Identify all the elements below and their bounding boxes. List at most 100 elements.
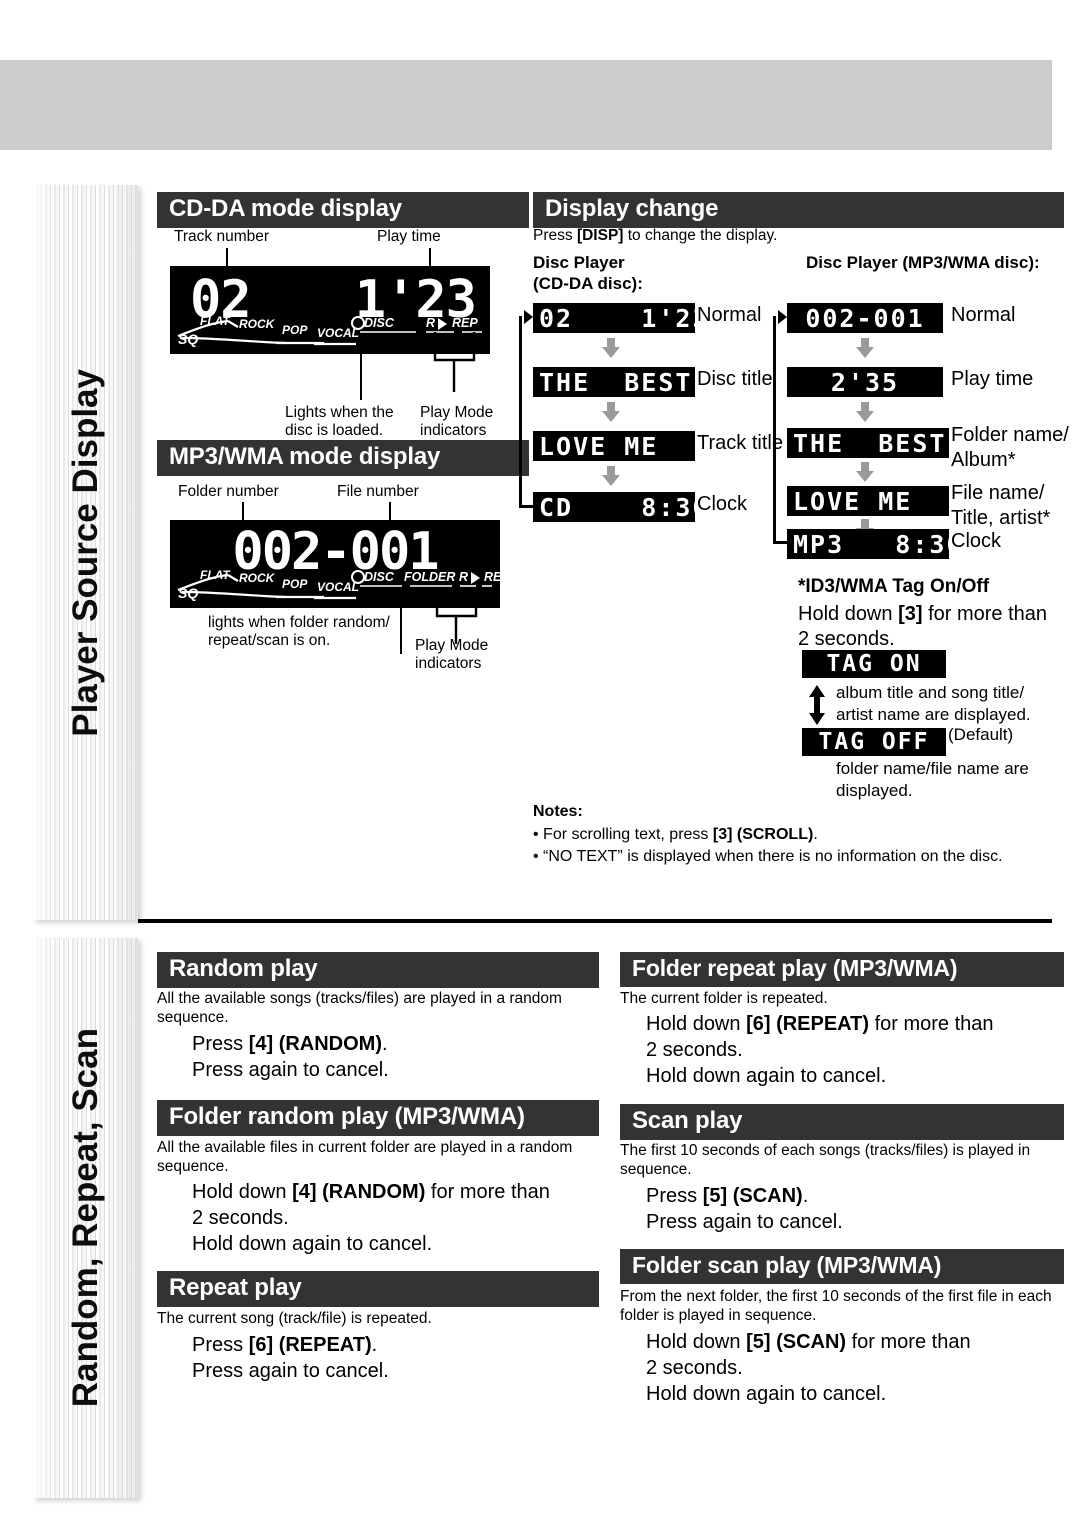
notes-title: Notes:	[533, 803, 583, 820]
tag-instruction: Hold down [3] for more than	[798, 602, 1048, 627]
flow-arrow-down	[602, 402, 620, 422]
label-play-mode-mp3: Play Mode indicators	[415, 637, 489, 673]
step-pre: Hold down	[646, 1013, 747, 1035]
heading-scan-play: Scan play	[620, 1104, 1064, 1140]
heading-id3-wma-tag: *ID3/WMA Tag On/Off	[798, 576, 990, 597]
flow-loop-line-left	[519, 316, 522, 508]
lcd-step-right-1: 2'35	[787, 367, 943, 397]
lcd-ind-r: R	[426, 316, 436, 330]
sidebar-tab-1-text: Player Source Display	[65, 368, 105, 737]
play-triangle-icon	[471, 572, 480, 584]
sidebar-tab-random-repeat-scan[interactable]: Random, Repeat, Scan	[33, 938, 138, 1498]
step-post: for more than	[846, 1331, 971, 1353]
heading-repeat-play: Repeat play	[157, 1271, 599, 1307]
step-folder-repeat-line2: 2 seconds.	[646, 1039, 743, 1061]
step-scan-play-line2: Press again to cancel.	[646, 1211, 843, 1233]
lcd-ind-folder: FOLDER	[404, 570, 456, 584]
title-disc-player-cdda: Disc Player (CD-DA disc):	[533, 253, 643, 294]
label-folder-lights: lights when folder random/ repeat/scan i…	[208, 614, 390, 650]
desc-random-play: All the available songs (tracks/files) a…	[157, 990, 562, 1026]
desc-folder-random-play: All the available files in current folde…	[157, 1139, 573, 1175]
flow-entry-arrow-left	[524, 310, 533, 324]
title-line-2: (CD-DA disc):	[533, 273, 643, 293]
step-key: [6] (REPEAT)	[746, 1013, 870, 1035]
step-pre: Press	[192, 1334, 249, 1356]
sidebar-tab-2-text: Random, Repeat, Scan	[65, 1028, 105, 1408]
lcd-eq-rock: ROCK	[239, 571, 275, 585]
lcd-eq-vocal: VOCAL	[317, 326, 359, 340]
heading-display-change: Display change	[533, 192, 1064, 228]
heading-folder-random-play: Folder random play (MP3/WMA)	[157, 1100, 599, 1136]
lcd-step-left-0: 02 1'23	[533, 303, 708, 333]
note-0-post: .	[813, 826, 818, 843]
heading-cd-da-mode-display: CD-DA mode display	[157, 192, 529, 228]
heading-mp3-wma-mode-display: MP3/WMA mode display	[157, 440, 529, 476]
step-key: [4] (RANDOM)	[248, 1033, 382, 1055]
label-step-left-2: Track title	[697, 432, 783, 454]
lcd-eq-flat: FLAT	[200, 314, 230, 328]
tag-instr-key: [3]	[898, 603, 923, 625]
step-post: .	[802, 1185, 809, 1207]
flow-entry-arrow-right	[778, 310, 787, 324]
note-item-0: • For scrolling text, press [3] (SCROLL)…	[533, 826, 818, 845]
tag-on-description: album title and song title/ artist name …	[836, 683, 1031, 725]
lcd-ind-rep: REP	[484, 570, 510, 584]
sidebar-tab-player-source-display[interactable]: Player Source Display	[33, 185, 138, 920]
desc-folder-repeat-play: The current folder is repeated.	[620, 990, 828, 1007]
step-pre: Hold down	[646, 1331, 747, 1353]
lcd-eq-sq: SQ	[178, 331, 199, 347]
note-item-1: • “NO TEXT” is displayed when there is n…	[533, 848, 1003, 867]
heading-folder-repeat-play: Folder repeat play (MP3/WMA)	[620, 952, 1064, 987]
label-file-number: File number	[337, 483, 419, 500]
flow-arrow-down	[602, 338, 620, 358]
step-key: [6] (REPEAT)	[248, 1334, 372, 1356]
flow-arrow-down	[856, 338, 874, 358]
step-folder-random-line2: 2 seconds.	[192, 1207, 289, 1229]
note-0-key: [3] (SCROLL)	[712, 826, 814, 843]
flow-arrow-down	[856, 462, 874, 482]
step-key: [5] (SCAN)	[746, 1331, 847, 1353]
heading-folder-scan-play: Folder scan play (MP3/WMA)	[620, 1249, 1064, 1284]
lcd-step-right-0: 002-001	[787, 303, 943, 333]
step-key: [4] (RANDOM)	[292, 1181, 426, 1203]
label-step-right-3: File name/ Title, artist*	[951, 482, 1051, 529]
lcd-eq-sq: SQ	[178, 585, 199, 601]
step-folder-repeat-line3: Hold down again to cancel.	[646, 1065, 887, 1087]
leader-line-folder-lights	[400, 608, 402, 654]
step-pre: Press	[646, 1185, 703, 1207]
step-repeat-play: Press [6] (REPEAT).	[192, 1333, 592, 1358]
lcd-step-right-3: LOVE ME	[787, 486, 949, 516]
label-play-mode-cdda: Play Mode indicators	[420, 404, 494, 440]
section-divider	[138, 919, 1052, 923]
step-folder-repeat-play: Hold down [6] (REPEAT) for more than	[646, 1012, 1056, 1037]
step-folder-scan-line3: Hold down again to cancel.	[646, 1383, 887, 1405]
step-random-play: Press [4] (RANDOM).	[192, 1032, 592, 1057]
step-folder-random-play: Hold down [4] (RANDOM) for more than	[192, 1180, 592, 1205]
play-triangle-icon	[438, 318, 447, 330]
lcd-step-left-2: LOVE ME	[533, 431, 695, 461]
desc-folder-scan-play: From the next folder, the first 10 secon…	[620, 1288, 1052, 1324]
lcd-eq-flat: FLAT	[200, 568, 230, 582]
intro-suffix: to change the display.	[623, 227, 778, 244]
step-post: for more than	[425, 1181, 550, 1203]
label-step-left-0: Normal	[697, 304, 762, 326]
lcd-tag-off: TAG OFF	[802, 728, 946, 756]
lcd-ind-r: R	[459, 570, 469, 584]
lcd-eq-pop: POP	[282, 323, 308, 337]
updown-arrow-icon	[806, 685, 828, 725]
sidebar-tab-label: Player Source Display	[33, 185, 138, 920]
lcd-step-right-2: THE BEST	[787, 428, 949, 458]
step-post: for more than	[869, 1013, 994, 1035]
step-post: .	[382, 1033, 388, 1055]
label-step-left-1: Disc title	[697, 368, 773, 390]
heading-random-play: Random play	[157, 952, 599, 988]
step-post: .	[371, 1334, 378, 1356]
note-1-pre: • “NO TEXT” is displayed when there is n…	[533, 848, 1003, 865]
note-0-pre: • For scrolling text, press	[533, 826, 713, 843]
bracket-play-mode-cdda	[433, 332, 476, 392]
title-line-1: Disc Player	[533, 253, 625, 272]
disc-icon	[351, 316, 365, 330]
lcd-ind-rep: REP	[452, 316, 478, 330]
desc-repeat-play: The current song (track/file) is repeate…	[157, 1310, 432, 1327]
manual-page: Player Source Display Random, Repeat, Sc…	[0, 0, 1080, 1526]
